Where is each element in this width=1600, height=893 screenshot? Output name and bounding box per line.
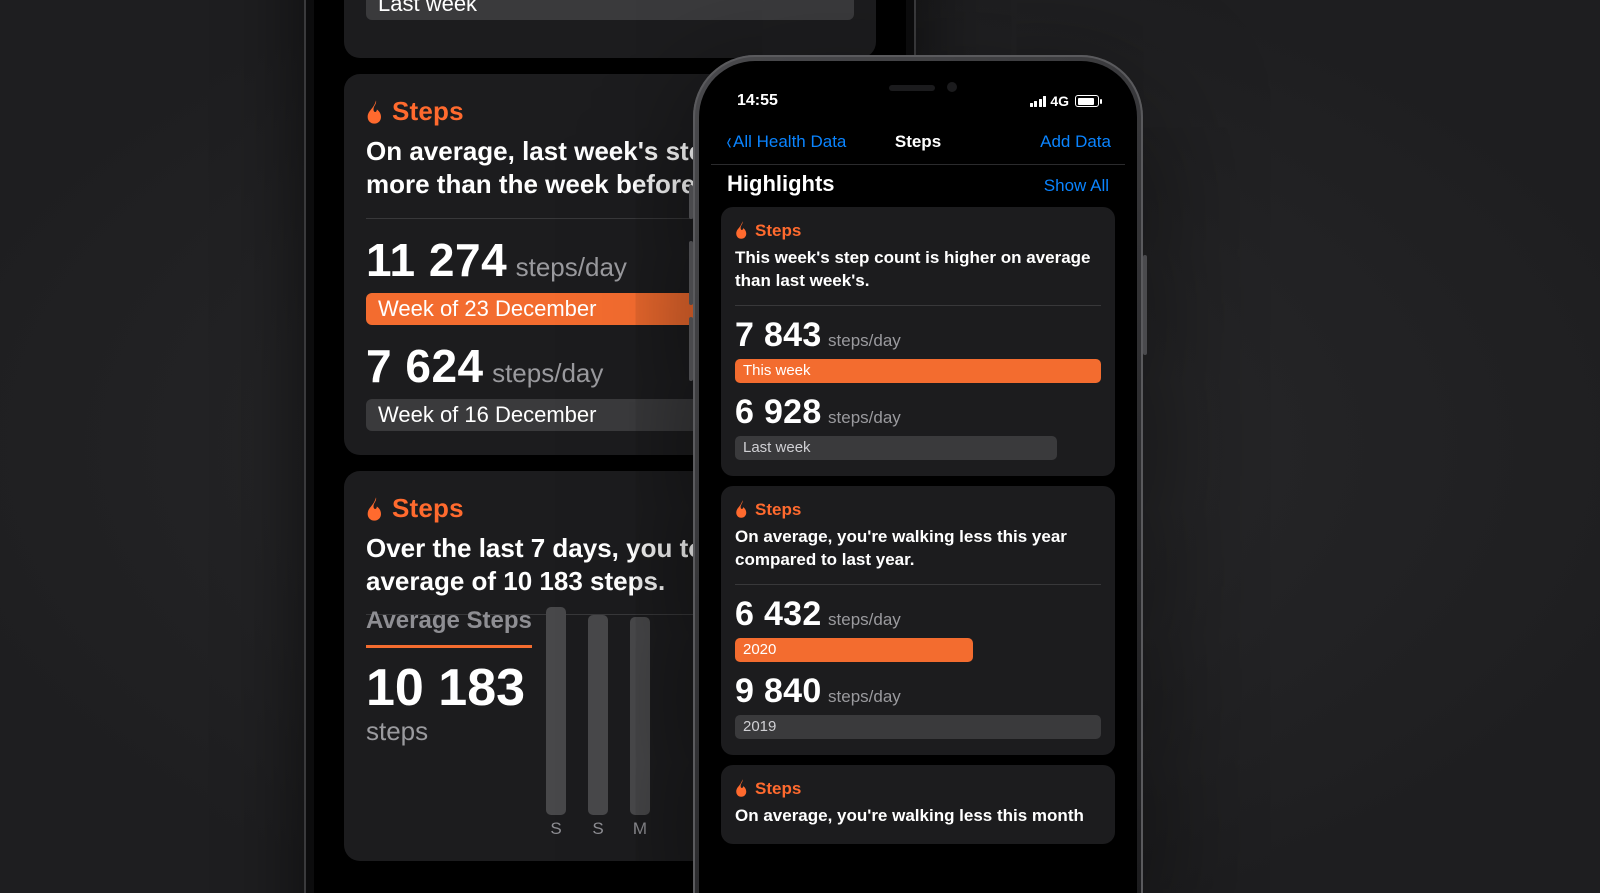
stat-value: 7 624 (366, 339, 484, 393)
battery-icon (1075, 95, 1099, 107)
card-section-header: Steps (735, 221, 1101, 241)
x-label: M (630, 819, 650, 839)
nav-title: Steps (895, 132, 941, 152)
stat-value: 9 840 (735, 672, 822, 710)
stat-unit: steps/day (828, 610, 901, 629)
chart-bar (630, 617, 650, 815)
stat-row-current: 7 843 steps/day This week (735, 316, 1101, 383)
chart-bars (546, 607, 650, 815)
bar-previous: 2019 (735, 715, 1101, 739)
card-section-header: Steps (735, 779, 1101, 799)
highlight-card-year-compare[interactable]: Steps On average, you're walking less th… (721, 486, 1115, 755)
flame-icon (735, 500, 750, 518)
x-label: S (546, 819, 566, 839)
section-name: Steps (392, 493, 464, 523)
stat-value: 11 274 (366, 233, 507, 287)
bar-label-text: Week of 16 December (378, 402, 596, 428)
flame-icon (735, 779, 750, 797)
highlight-message: On average, you're walking less this mon… (735, 805, 1101, 828)
avg-steps-unit: steps (366, 716, 532, 747)
chart-bar (546, 607, 566, 815)
stat-value: 6 928 (735, 393, 822, 431)
stat-unit: steps/day (828, 408, 901, 427)
scroll-content[interactable]: Highlights Show All Steps This week's st… (711, 165, 1125, 893)
bar-label-text: This week (743, 362, 811, 379)
flame-icon (366, 497, 386, 521)
bar-current: 2020 (735, 638, 973, 662)
bar-label: Last week (366, 0, 854, 20)
highlight-card-week-compare[interactable]: Steps This week's step count is higher o… (721, 207, 1115, 476)
bar-label-text: Last week (743, 439, 811, 456)
bar-label-text: Week of 23 December (378, 296, 596, 322)
highlight-card-month-compare[interactable]: Steps On average, you're walking less th… (721, 765, 1115, 844)
stat-row-current: 6 432 steps/day 2020 (735, 595, 1101, 662)
flame-icon (366, 100, 386, 124)
highlight-message: This week's step count is higher on aver… (735, 247, 1101, 306)
cellular-signal-icon (1030, 96, 1047, 107)
chart-x-labels: S S M (546, 819, 650, 839)
section-name: Steps (392, 96, 464, 126)
stat-unit: steps/day (516, 252, 627, 282)
add-data-button[interactable]: Add Data (1040, 132, 1111, 152)
notch (813, 73, 1023, 103)
avg-line-indicator (366, 645, 532, 648)
highlight-message: On average, you're walking less this yea… (735, 526, 1101, 585)
bar-previous: Last week (735, 436, 1057, 460)
stat-row-previous: 9 840 steps/day 2019 (735, 672, 1101, 739)
stat-value: 6 432 (735, 595, 822, 633)
avg-steps-label: Average Steps (366, 607, 532, 635)
stat-unit: steps/day (492, 358, 603, 388)
section-name: Steps (755, 221, 801, 240)
bar-label-text: 2019 (743, 718, 776, 735)
highlights-heading: Highlights (727, 171, 835, 197)
previous-card-tail: Last week (344, 0, 876, 58)
flame-icon (735, 221, 750, 239)
x-label: S (588, 819, 608, 839)
bar-current: This week (735, 359, 1101, 383)
phone-small-mockup: 14:55 4G ‹ All Health Data Steps Add Dat… (693, 55, 1143, 893)
bar-label-text: Last week (378, 0, 477, 17)
status-time: 14:55 (737, 92, 778, 110)
show-all-button[interactable]: Show All (1044, 176, 1109, 196)
chart-bar (588, 615, 608, 815)
avg-steps-value: 10 183 (366, 658, 532, 718)
section-name: Steps (755, 500, 801, 519)
nav-bar: ‹ All Health Data Steps Add Data (711, 119, 1125, 165)
stat-value: 7 843 (735, 316, 822, 354)
stat-unit: steps/day (828, 331, 901, 350)
back-button[interactable]: ‹ All Health Data (725, 128, 846, 156)
section-name: Steps (755, 779, 801, 798)
stat-row-previous: 6 928 steps/day Last week (735, 393, 1101, 460)
card-section-header: Steps (735, 500, 1101, 520)
bar-label-text: 2020 (743, 641, 776, 658)
stat-unit: steps/day (828, 687, 901, 706)
chevron-left-icon: ‹ (727, 128, 732, 156)
back-label: All Health Data (733, 132, 846, 152)
network-label: 4G (1050, 93, 1069, 109)
